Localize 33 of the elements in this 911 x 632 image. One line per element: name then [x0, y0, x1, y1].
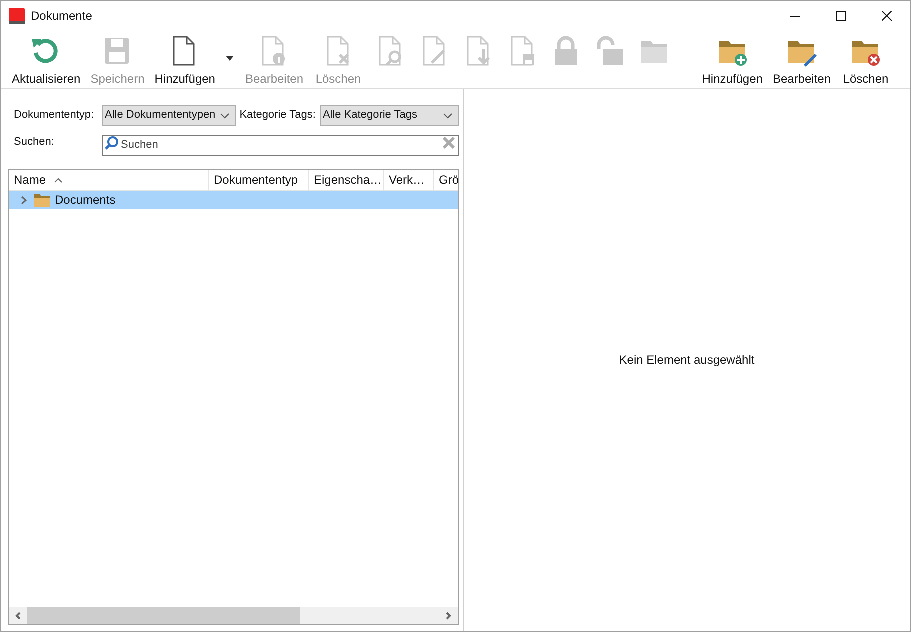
column-header[interactable]: Eigenscha…: [309, 170, 384, 190]
toolbar-button[interactable]: Löschen: [836, 31, 896, 87]
field-label: Dokumententyp:: [14, 108, 96, 124]
close-icon: [882, 11, 892, 21]
toolbar-button[interactable]: Bearbeiten: [768, 31, 836, 87]
toolbar-button[interactable]: Hinzufügen: [697, 31, 768, 87]
chevron-down-icon: [220, 112, 230, 118]
toolbar-button[interactable]: Hinzufügen: [150, 31, 220, 87]
tree-row[interactable]: Documents: [9, 191, 458, 209]
window-title: Dokumente: [31, 8, 92, 25]
clear-icon[interactable]: [443, 137, 455, 149]
chevron-down-icon: [443, 112, 453, 118]
horizontal-scrollbar[interactable]: [9, 607, 458, 624]
search-field[interactable]: Suchen: [102, 134, 459, 156]
empty-state-message: Kein Element ausgewählt: [619, 352, 755, 369]
sort-ascending-icon: [54, 178, 64, 182]
maximize-icon: [836, 11, 846, 21]
chevron-right-icon[interactable]: [20, 196, 28, 204]
field-label: Suchen:: [14, 135, 56, 150]
folder-icon: [34, 194, 50, 206]
column-header[interactable]: Verk…: [384, 170, 434, 190]
toolbar-button[interactable]: Aktualisieren: [7, 31, 86, 87]
column-header[interactable]: Name: [9, 170, 209, 190]
chevron-left-icon[interactable]: [15, 612, 21, 620]
app-logo-icon: [9, 8, 25, 24]
tree-item-label: Documents: [55, 192, 116, 209]
field-label: Kategorie Tags:: [240, 108, 316, 124]
search-icon: [105, 136, 119, 150]
column-header[interactable]: Dokumententyp: [209, 170, 309, 190]
caret-icon[interactable]: [226, 56, 234, 61]
document-type-dropdown[interactable]: Alle Dokumententypen: [102, 105, 236, 126]
category-tags-dropdown[interactable]: Alle Kategorie Tags: [320, 105, 459, 126]
chevron-right-icon[interactable]: [446, 612, 452, 620]
